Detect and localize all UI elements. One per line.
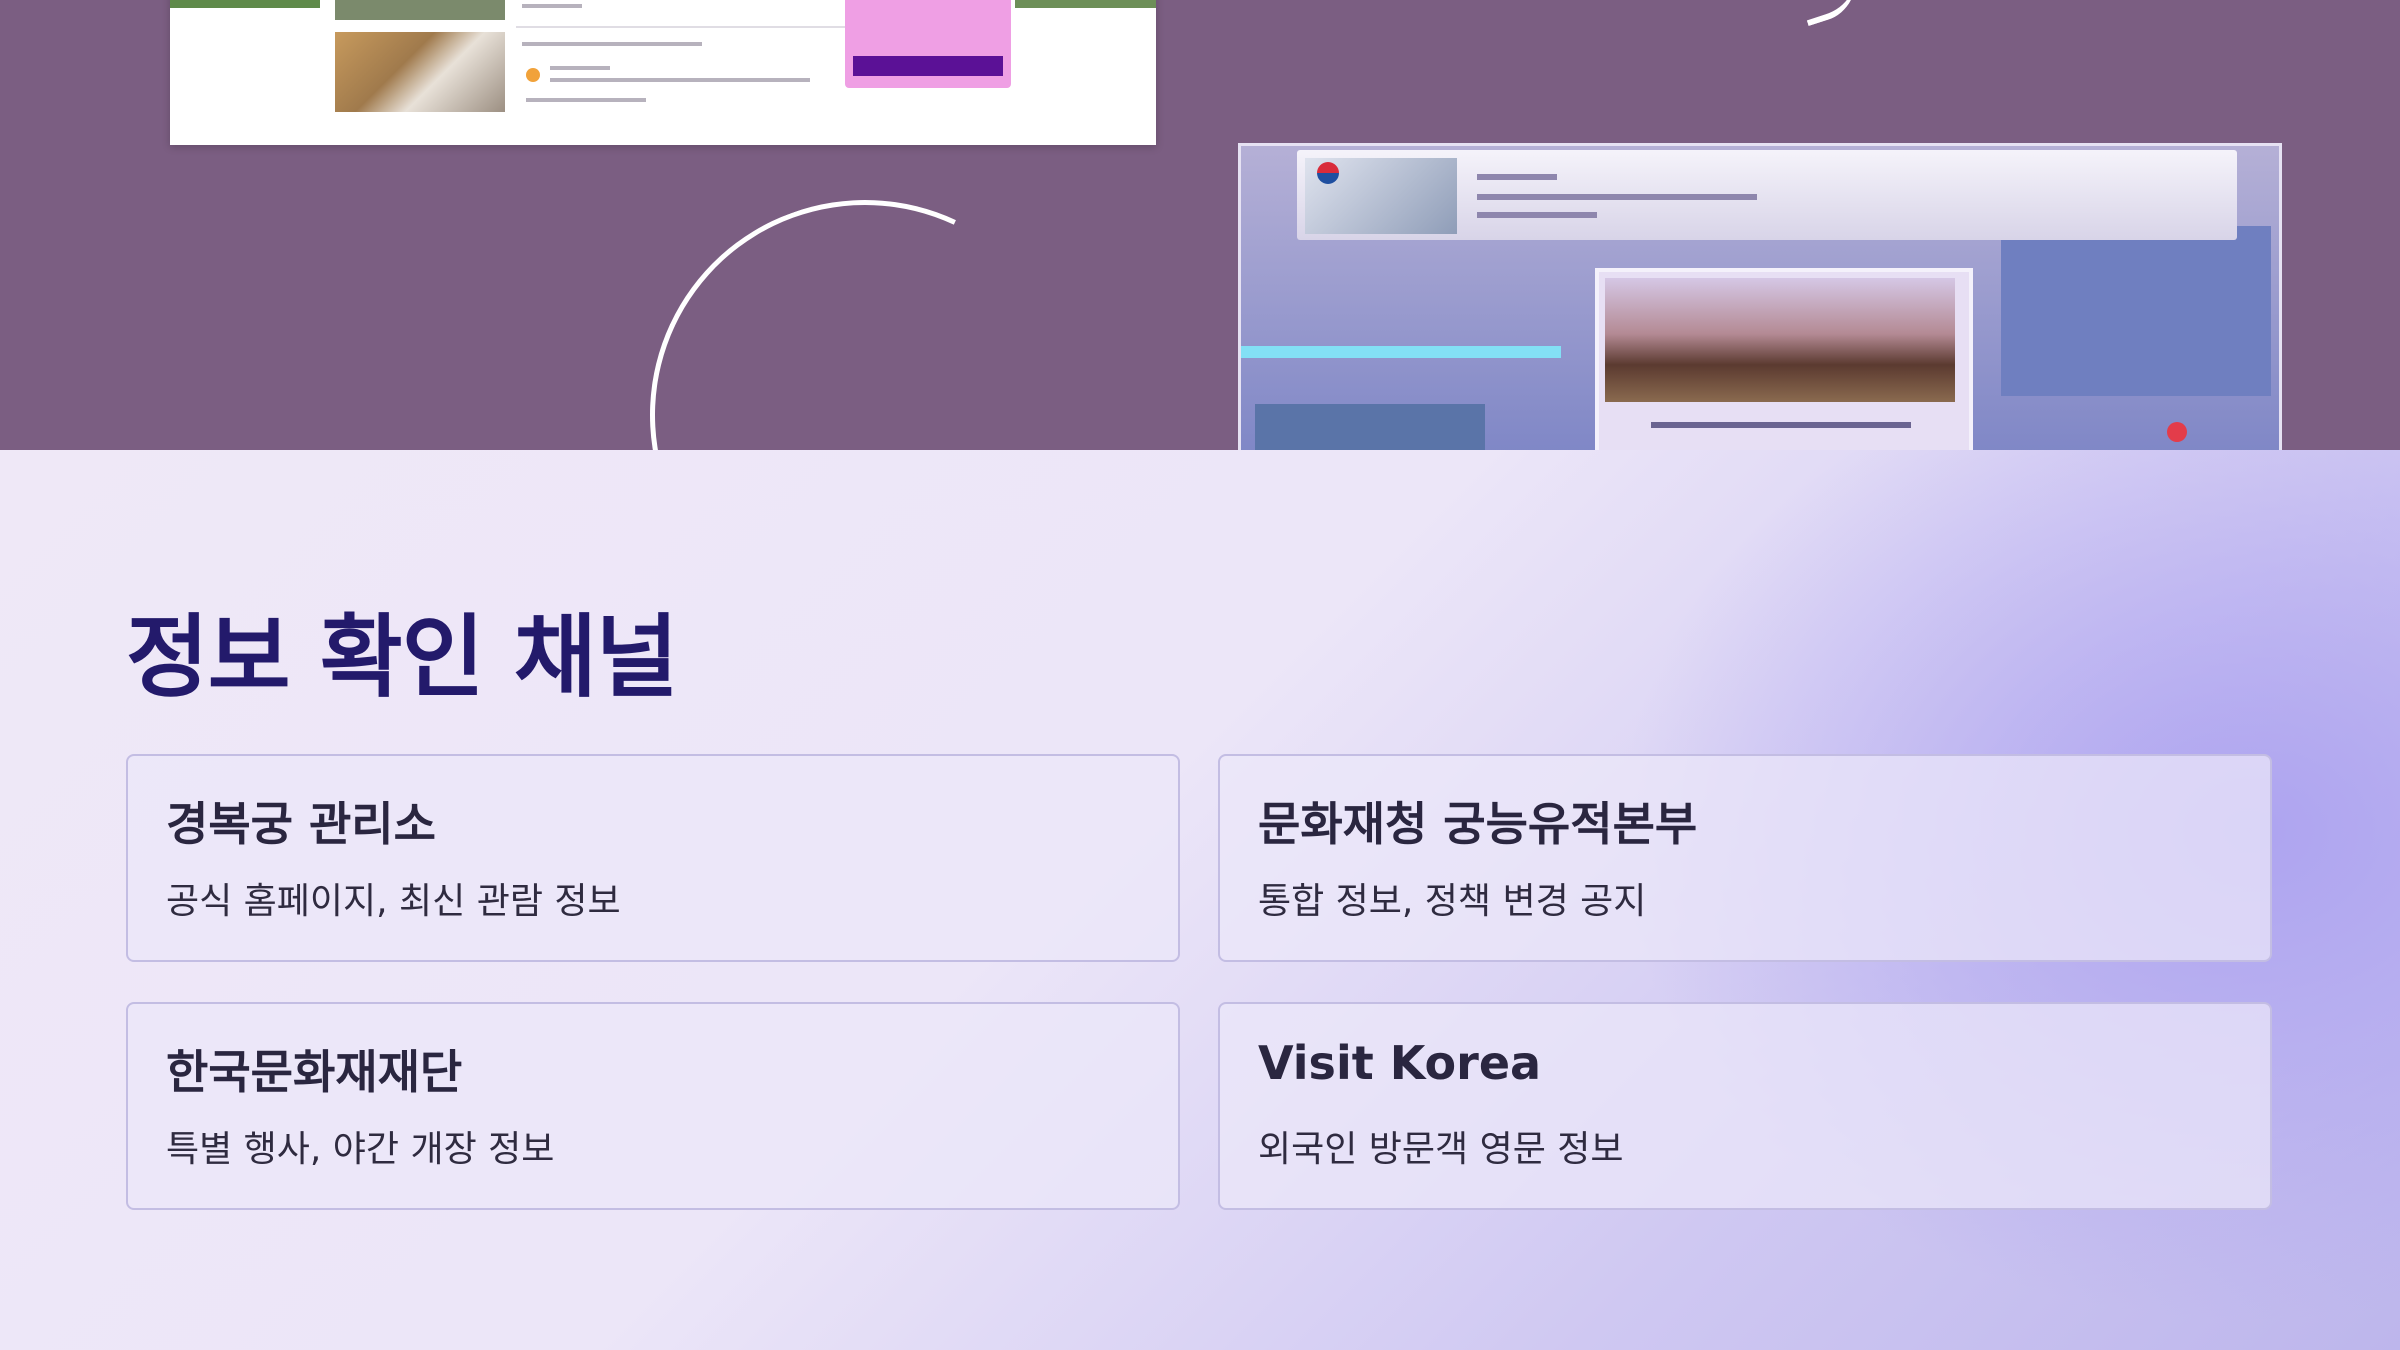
screenshot-thumbnail bbox=[335, 32, 505, 112]
channel-card-heritage-administration: 문화재청 궁능유적본부 통합 정보, 정책 변경 공지 bbox=[1218, 754, 2272, 962]
info-channels-section: 정보 확인 채널 경복궁 관리소 공식 홈페이지, 최신 관람 정보 문화재청 … bbox=[0, 450, 2400, 1350]
screenshot-text-line bbox=[1651, 422, 1911, 428]
screenshot-text-line bbox=[522, 42, 702, 46]
screenshot-info-box bbox=[1255, 404, 1485, 450]
screenshot-light-strip bbox=[1241, 346, 1561, 358]
screenshot-side-panel bbox=[2001, 226, 2271, 396]
screenshot-text-line bbox=[526, 98, 646, 102]
screenshot-text-line bbox=[550, 78, 810, 82]
screenshot-text-line bbox=[550, 66, 610, 70]
page-title: 정보 확인 채널 bbox=[126, 605, 678, 710]
channel-card-cultural-heritage-foundation: 한국문화재재단 특별 행사, 야간 개장 정보 bbox=[126, 1002, 1180, 1210]
screenshot-text-line bbox=[1477, 212, 1597, 218]
channel-card-gyeongbokgung: 경복궁 관리소 공식 홈페이지, 최신 관람 정보 bbox=[126, 754, 1180, 962]
screenshot-thumbnail bbox=[335, 0, 505, 20]
website-screenshot-right bbox=[1238, 143, 2282, 450]
card-description: 외국인 방문객 영문 정보 bbox=[1258, 1129, 1624, 1170]
card-description: 통합 정보, 정책 변경 공지 bbox=[1258, 881, 1647, 922]
screenshot-red-marker bbox=[2167, 422, 2187, 442]
decorative-arc bbox=[589, 139, 1141, 450]
decorative-arc-top bbox=[1794, 0, 1866, 27]
card-title: 경복궁 관리소 bbox=[166, 797, 436, 851]
card-title: 한국문화재재단 bbox=[166, 1045, 463, 1099]
screenshot-image-strip bbox=[170, 0, 320, 8]
website-screenshot-left bbox=[170, 0, 1156, 145]
card-title: Visit Korea bbox=[1258, 1036, 1542, 1090]
screenshot-image-strip bbox=[1015, 0, 1156, 8]
screenshot-text-line bbox=[1477, 194, 1757, 200]
screenshot-avatar-dot bbox=[526, 68, 540, 82]
screenshot-text-line bbox=[1477, 174, 1557, 180]
screenshot-text-line bbox=[522, 4, 582, 8]
hero-image-area bbox=[0, 0, 2400, 450]
card-description: 공식 홈페이지, 최신 관람 정보 bbox=[166, 881, 621, 922]
card-title: 문화재청 궁능유적본부 bbox=[1258, 797, 1698, 851]
korea-flag-icon bbox=[1317, 162, 1339, 184]
palace-image bbox=[1605, 278, 1955, 402]
channel-card-visit-korea: Visit Korea 외국인 방문객 영문 정보 bbox=[1218, 1002, 2272, 1210]
card-description: 특별 행사, 야간 개장 정보 bbox=[166, 1129, 555, 1170]
screenshot-button bbox=[853, 56, 1003, 76]
